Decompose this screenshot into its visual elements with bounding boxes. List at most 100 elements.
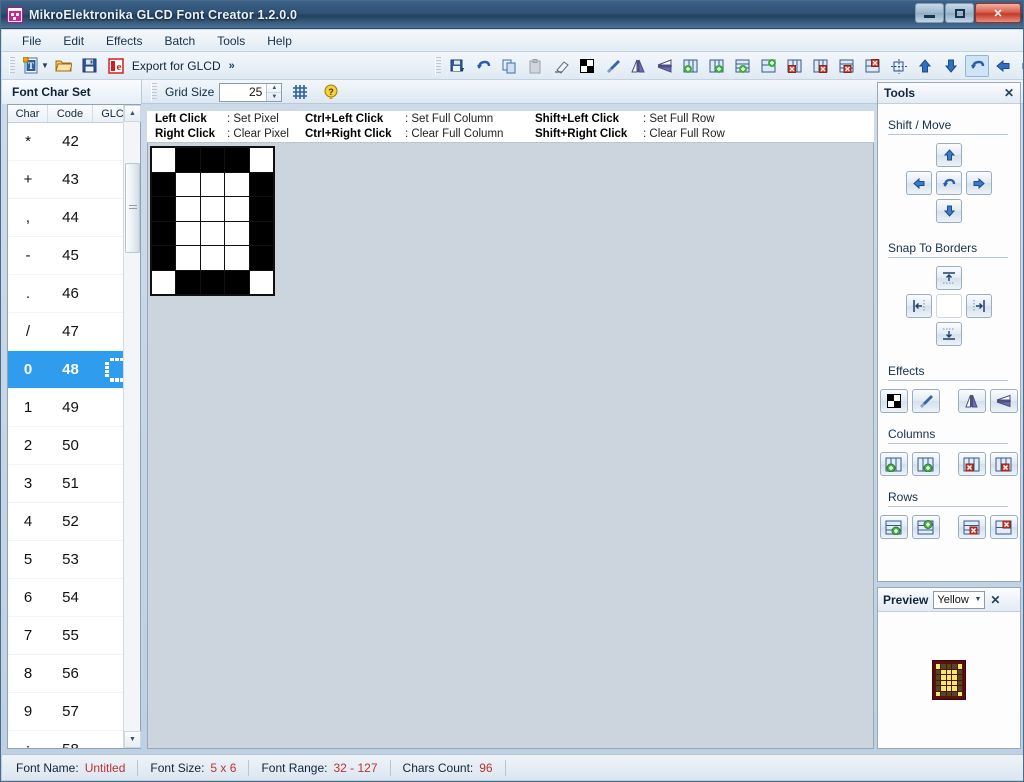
shift-up-icon[interactable] <box>936 143 962 167</box>
toolbar-grip[interactable] <box>9 57 15 75</box>
move-right-icon[interactable] <box>1017 55 1024 77</box>
move-left-icon[interactable] <box>991 55 1015 77</box>
table-row[interactable]: :58 <box>8 731 140 748</box>
rotate-icon[interactable] <box>965 55 989 77</box>
table-row[interactable]: 553 <box>8 541 140 579</box>
scrollbar-thumb[interactable] <box>125 163 140 253</box>
insert-row-above-icon[interactable] <box>731 55 755 77</box>
maximize-button[interactable] <box>945 3 974 23</box>
help-icon[interactable]: ? <box>319 81 343 103</box>
shift-down-icon[interactable] <box>936 199 962 223</box>
save-as-icon[interactable] <box>445 55 469 77</box>
shift-left-icon[interactable] <box>906 171 932 195</box>
snap-borders-icon[interactable] <box>887 55 911 77</box>
add-column-right-icon[interactable] <box>912 452 940 476</box>
pixel-cell[interactable] <box>250 246 273 270</box>
open-folder-icon[interactable] <box>52 55 76 77</box>
flip-horizontal-icon[interactable] <box>958 389 986 413</box>
snap-right-icon[interactable] <box>966 294 992 318</box>
delete-column-right-icon[interactable] <box>990 452 1018 476</box>
tools-panel-close-icon[interactable]: ✕ <box>1004 86 1014 100</box>
pixel-cell[interactable] <box>225 271 248 295</box>
pixel-cell[interactable] <box>250 222 273 246</box>
pixel-cell[interactable] <box>225 222 248 246</box>
pixel-cell[interactable] <box>225 197 248 221</box>
minimize-button[interactable] <box>915 3 944 23</box>
pixel-cell[interactable] <box>201 148 224 172</box>
save-disk-icon[interactable] <box>78 55 102 77</box>
delete-column-left-icon[interactable] <box>958 452 986 476</box>
table-row[interactable]: 250 <box>8 427 140 465</box>
pixel-cell[interactable] <box>176 148 199 172</box>
table-row[interactable]: /47 <box>8 313 140 351</box>
pixel-cell[interactable] <box>152 148 175 172</box>
menu-batch[interactable]: Batch <box>155 31 206 51</box>
insert-column-left-icon[interactable] <box>679 55 703 77</box>
pixel-cell[interactable] <box>225 148 248 172</box>
table-row[interactable]: *42 <box>8 123 140 161</box>
table-row[interactable]: .46 <box>8 275 140 313</box>
copy-icon[interactable] <box>497 55 521 77</box>
delete-row-above-icon[interactable] <box>958 515 986 539</box>
scroll-down-icon[interactable]: ▼ <box>124 731 141 748</box>
new-font-icon[interactable]: T <box>19 55 43 77</box>
table-row[interactable]: ,44 <box>8 199 140 237</box>
pixel-cell[interactable] <box>176 173 199 197</box>
new-font-dropdown-icon[interactable]: ▼ <box>41 61 49 70</box>
invert-icon[interactable] <box>880 389 908 413</box>
paint-icon[interactable] <box>601 55 625 77</box>
table-row[interactable]: 856 <box>8 655 140 693</box>
pixel-cell[interactable] <box>250 173 273 197</box>
preview-color-select[interactable]: Yellow ▼ <box>933 591 985 609</box>
menu-file[interactable]: File <box>12 31 51 51</box>
pixel-cell[interactable] <box>250 271 273 295</box>
add-row-below-icon[interactable] <box>912 515 940 539</box>
table-row[interactable]: 654 <box>8 579 140 617</box>
char-list-scrollbar[interactable]: ▲ ▼ <box>123 105 140 748</box>
table-row[interactable]: 452 <box>8 503 140 541</box>
pixel-cell[interactable] <box>152 197 175 221</box>
close-button[interactable]: ✕ <box>975 3 1021 23</box>
pixel-cell[interactable] <box>201 173 224 197</box>
delete-column-right-icon[interactable] <box>809 55 833 77</box>
pixel-cell[interactable] <box>201 271 224 295</box>
pixel-cell[interactable] <box>225 173 248 197</box>
grid-size-input[interactable] <box>220 84 266 101</box>
scroll-up-icon[interactable]: ▲ <box>124 105 141 122</box>
table-row[interactable]: 048 <box>8 351 140 389</box>
flip-vertical-icon[interactable] <box>990 389 1018 413</box>
chevron-down-icon[interactable]: ▼ <box>974 596 981 603</box>
pixel-cell[interactable] <box>250 148 273 172</box>
preview-panel-close-icon[interactable]: ✕ <box>990 593 1000 607</box>
menu-help[interactable]: Help <box>257 31 302 51</box>
pixel-cell[interactable] <box>152 173 175 197</box>
undo-icon[interactable] <box>471 55 495 77</box>
invert-icon[interactable] <box>575 55 599 77</box>
menu-effects[interactable]: Effects <box>96 31 152 51</box>
pixel-cell[interactable] <box>176 271 199 295</box>
export-for-glcd-icon[interactable]: e <box>104 55 128 77</box>
grid-size-up-icon[interactable]: ▲ <box>267 84 281 93</box>
pixel-cell[interactable] <box>152 271 175 295</box>
editor-canvas[interactable] <box>147 143 874 749</box>
rotate-reset-icon[interactable] <box>936 171 962 195</box>
pixel-cell[interactable] <box>201 197 224 221</box>
delete-row-below-icon[interactable] <box>990 515 1018 539</box>
grid-size-arrows[interactable]: ▲ ▼ <box>266 84 281 101</box>
snap-left-icon[interactable] <box>906 294 932 318</box>
delete-row-above-icon[interactable] <box>835 55 859 77</box>
move-up-icon[interactable] <box>913 55 937 77</box>
add-row-above-icon[interactable] <box>880 515 908 539</box>
table-row[interactable]: +43 <box>8 161 140 199</box>
insert-row-below-icon[interactable] <box>757 55 781 77</box>
table-row[interactable]: -45 <box>8 237 140 275</box>
table-row[interactable]: 351 <box>8 465 140 503</box>
toolbar-grip-2[interactable] <box>435 57 441 75</box>
pixel-cell[interactable] <box>250 197 273 221</box>
pixel-cell[interactable] <box>225 246 248 270</box>
grid-size-stepper[interactable]: ▲ ▼ <box>219 83 282 102</box>
pixel-cell[interactable] <box>176 246 199 270</box>
pixel-cell[interactable] <box>152 246 175 270</box>
insert-column-right-icon[interactable] <box>705 55 729 77</box>
paint-icon[interactable] <box>912 389 940 413</box>
